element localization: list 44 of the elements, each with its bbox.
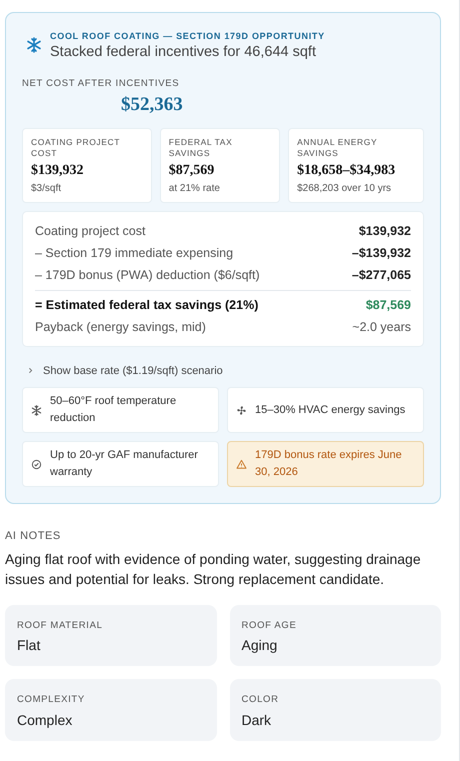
benefit-text: Up to 20-yr GAF manufacturer warranty xyxy=(50,448,199,480)
stat-label: FEDERAL TAX SAVINGS xyxy=(168,136,234,160)
breakdown-label: = Estimated federal tax savings (21%) xyxy=(35,296,258,314)
section-title: COOL ROOF COATING — SECTION 179D OPPORTUNITY xyxy=(50,30,325,43)
breakdown-value: $139,932 xyxy=(358,222,411,240)
subtitle: Stacked federal incentives for 46,644 sqft xyxy=(50,44,317,61)
attribute-label: COMPLEXITY xyxy=(17,693,86,708)
snowflake-icon xyxy=(31,404,42,416)
benefit-text: 15–30% HVAC energy savings xyxy=(255,402,406,418)
stat-note: $3/sqft xyxy=(31,182,62,196)
net-cost-label: NET COST AFTER INCENTIVES xyxy=(22,76,180,91)
breakdown-value: –$277,065 xyxy=(352,266,411,284)
breakdown-label: Payback (energy savings, mid) xyxy=(35,318,206,336)
check-circle-icon xyxy=(31,458,42,470)
stat-value: $18,658–$34,983 xyxy=(297,162,396,180)
stat-label: ANNUAL ENERGY SAVINGS xyxy=(297,136,378,160)
stat-value: $87,569 xyxy=(168,162,216,180)
stat-note: $268,203 over 10 yrs xyxy=(297,182,392,196)
attribute-label: ROOF AGE xyxy=(242,619,298,634)
stat-value: $139,932 xyxy=(31,162,84,180)
breakdown-value: ~2.0 years xyxy=(352,318,411,336)
stat-note: at 21% rate xyxy=(168,182,221,196)
breakdown-label: – Section 179 immediate expensing xyxy=(35,244,234,262)
breakdown-label: Coating project cost xyxy=(35,222,146,240)
notes-heading: AI NOTES xyxy=(5,529,62,544)
stat-label: COATING PROJECT COST xyxy=(31,136,121,160)
notes-text: Aging flat roof with evidence of ponding water, suggesting drainage issues and potential for leaks. Strong replacement candidate. xyxy=(5,550,422,589)
attribute-value: Dark xyxy=(242,710,272,730)
attribute-label: COLOR xyxy=(242,693,280,708)
fan-icon xyxy=(236,404,247,416)
breakdown-value: –$139,932 xyxy=(352,244,411,262)
net-cost-value: $52,363 xyxy=(121,94,183,116)
attribute-value: Flat xyxy=(17,636,42,656)
attribute-label: ROOF MATERIAL xyxy=(17,619,104,634)
scenario-toggle[interactable]: Show base rate ($1.19/sqft) scenario xyxy=(26,362,223,380)
attribute-value: Aging xyxy=(242,636,278,656)
benefit-text: 179D bonus rate expires June 30, 2026 xyxy=(255,448,403,480)
attribute-value: Complex xyxy=(17,710,74,730)
breakdown-label: – 179D bonus (PWA) deduction ($6/sqft) xyxy=(35,266,260,284)
warning-icon xyxy=(236,458,247,470)
breakdown-value: $87,569 xyxy=(366,296,411,314)
caret-icon xyxy=(26,366,35,376)
snowflake-icon xyxy=(26,37,42,54)
benefit-text: 50–60°F roof temperature reduction xyxy=(50,394,178,426)
